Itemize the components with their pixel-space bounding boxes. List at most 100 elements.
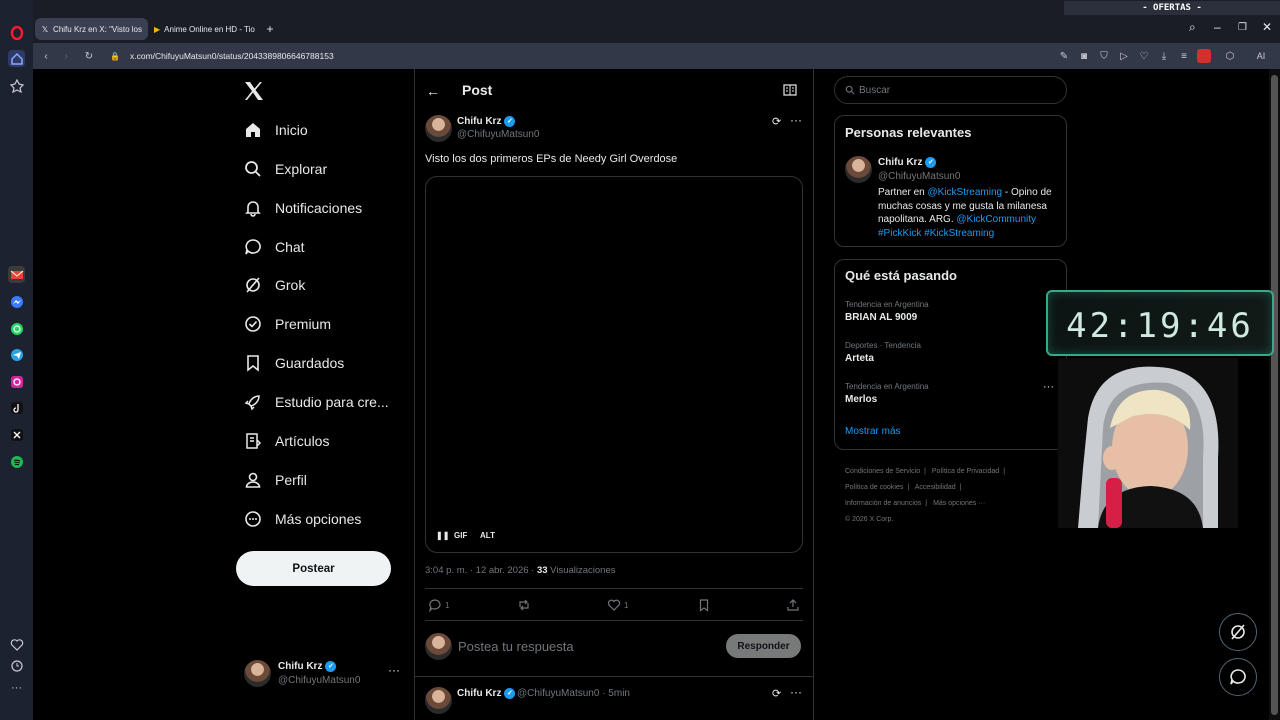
- camera-icon[interactable]: ◙: [1077, 49, 1091, 63]
- lock-icon[interactable]: 🔒: [108, 49, 122, 63]
- footer-link-cookies[interactable]: Política de cookies: [845, 484, 903, 491]
- ai-button[interactable]: AI: [1247, 49, 1275, 63]
- reply-input[interactable]: [458, 637, 708, 655]
- play-icon[interactable]: ▷: [1117, 49, 1131, 63]
- footer-link-more[interactable]: Más opciones ···: [933, 500, 985, 507]
- pin-icon[interactable]: [8, 77, 25, 94]
- tab-inactive[interactable]: ▶ Anime Online en HD - Tio: [148, 18, 260, 40]
- trend-name[interactable]: Merlos: [845, 394, 877, 405]
- repost-action[interactable]: [517, 598, 534, 612]
- x-logo-icon[interactable]: [243, 80, 265, 102]
- nav-item-estudio[interactable]: Estudio para cre...: [243, 387, 389, 417]
- trend-name[interactable]: Arteta: [845, 353, 874, 364]
- alt-badge[interactable]: ALT: [480, 531, 495, 540]
- nav-item-grok[interactable]: Grok: [243, 270, 305, 300]
- share-action[interactable]: [786, 598, 803, 612]
- heart-icon[interactable]: [8, 636, 25, 653]
- nav-item-mas-opciones[interactable]: Más opciones: [243, 504, 361, 534]
- grok-action-icon[interactable]: ⟳: [772, 115, 781, 128]
- heart-outline-icon[interactable]: ♡: [1137, 49, 1151, 63]
- tiktok-icon[interactable]: [8, 399, 25, 416]
- home-icon[interactable]: [8, 50, 25, 67]
- account-more-icon[interactable]: ···: [388, 663, 400, 677]
- messages-float-button[interactable]: [1219, 658, 1257, 696]
- bio-hashtag-pickkick[interactable]: #PickKick: [878, 228, 921, 239]
- trend-name[interactable]: BRIAN AL 9009: [845, 312, 917, 323]
- opera-logo-icon[interactable]: [8, 24, 25, 41]
- history-icon[interactable]: [8, 657, 25, 674]
- back-icon[interactable]: ‹: [39, 49, 53, 63]
- nav-item-perfil[interactable]: Perfil: [243, 465, 307, 495]
- post-more-icon[interactable]: ···: [790, 113, 802, 127]
- tab-active[interactable]: 𝕏 Chifu Krz en X: "Visto los: [35, 18, 148, 40]
- instagram-icon[interactable]: [8, 373, 25, 390]
- page-scrollbar[interactable]: [1269, 69, 1280, 720]
- post-media-gif[interactable]: [425, 176, 803, 553]
- trend-more-icon[interactable]: ···: [1043, 381, 1054, 393]
- nav-item-inicio[interactable]: Inicio: [243, 115, 308, 145]
- footer-link-privacy[interactable]: Política de Privacidad: [932, 468, 999, 475]
- new-tab-button[interactable]: +: [262, 18, 278, 40]
- telegram-icon[interactable]: [8, 346, 25, 363]
- search-icon: [245, 161, 261, 177]
- bio-hashtag-kickstreaming[interactable]: #KickStreaming: [924, 228, 994, 239]
- profile-picture-icon[interactable]: [1197, 49, 1211, 63]
- edit-icon[interactable]: ✎: [1057, 49, 1071, 63]
- like-count: 1: [624, 600, 629, 610]
- tab-search-icon[interactable]: ⌕: [1189, 20, 1196, 35]
- reply-button[interactable]: Responder: [726, 634, 801, 658]
- reader-mode-icon[interactable]: [783, 83, 797, 97]
- back-arrow-icon[interactable]: ←: [426, 83, 440, 99]
- show-more-link[interactable]: Mostrar más: [845, 426, 901, 437]
- menu-icon[interactable]: ≡: [1177, 49, 1191, 63]
- bookmark-action[interactable]: [697, 598, 714, 612]
- author-handle[interactable]: @ChifuyuMatsun0: [457, 129, 539, 140]
- x-app-icon[interactable]: [8, 426, 25, 443]
- minimize-button[interactable]: –: [1214, 20, 1221, 34]
- nav-item-chat[interactable]: Chat: [243, 232, 305, 262]
- avatar[interactable]: [845, 156, 872, 183]
- footer-link-ads[interactable]: Información de anuncios: [845, 500, 921, 507]
- download-icon[interactable]: ⤓: [1157, 49, 1171, 63]
- reload-icon[interactable]: ↻: [82, 49, 96, 63]
- footer-link-terms[interactable]: Condiciones de Servicio: [845, 468, 920, 475]
- like-action[interactable]: 1: [607, 598, 628, 612]
- search-input[interactable]: [859, 84, 1049, 96]
- bio-link-kickstreaming[interactable]: @KickStreaming: [927, 187, 1002, 198]
- nav-item-guardados[interactable]: Guardados: [243, 348, 344, 378]
- author-name-row[interactable]: Chifu Krz ✓: [457, 116, 516, 127]
- bio-link-kickcommunity[interactable]: @KickCommunity: [956, 214, 1036, 225]
- nav-item-notificaciones[interactable]: Notificaciones: [243, 193, 362, 223]
- reply-more-icon[interactable]: ···: [790, 685, 802, 699]
- nav-item-premium[interactable]: Premium: [243, 309, 331, 339]
- pause-icon[interactable]: ❚❚: [436, 531, 449, 540]
- reply-action[interactable]: 1: [428, 598, 449, 612]
- spotify-icon[interactable]: [8, 453, 25, 470]
- relevant-name-row[interactable]: Chifu Krz ✓: [878, 157, 937, 168]
- grok-action-icon[interactable]: ⟳: [772, 687, 781, 700]
- nav-item-explorar[interactable]: Explorar: [243, 154, 327, 184]
- sidebar-more-icon[interactable]: ···: [8, 679, 25, 696]
- forward-icon[interactable]: ›: [59, 49, 73, 63]
- avatar[interactable]: [425, 115, 452, 142]
- messenger-icon[interactable]: [8, 293, 25, 310]
- account-switcher[interactable]: Chifu Krz ✓ @ChifuyuMatsun0 ···: [244, 660, 404, 688]
- restore-button[interactable]: ❐: [1238, 22, 1247, 33]
- post-button[interactable]: Postear: [236, 551, 391, 586]
- extension-icon[interactable]: ⬡: [1223, 49, 1237, 63]
- close-window-button[interactable]: ✕: [1262, 20, 1272, 34]
- footer-sep: |: [959, 484, 962, 491]
- nav-label: Premium: [275, 316, 332, 332]
- nav-item-articulos[interactable]: Artículos: [243, 426, 329, 456]
- shield-icon[interactable]: ⛉: [1097, 49, 1111, 63]
- reply-author-row[interactable]: Chifu Krz ✓: [457, 688, 516, 699]
- avatar[interactable]: [425, 687, 452, 714]
- whatsapp-icon[interactable]: [8, 320, 25, 337]
- footer-link-accessibility[interactable]: Accesibilidad: [915, 484, 956, 491]
- scrollbar-thumb[interactable]: [1271, 75, 1278, 715]
- x-favicon-icon: 𝕏: [41, 24, 49, 34]
- search-box[interactable]: [834, 76, 1067, 104]
- url-field[interactable]: x.com/ChifuyuMatsun0/status/204338980664…: [130, 51, 334, 61]
- gmail-icon[interactable]: [8, 266, 25, 283]
- grok-float-button[interactable]: [1219, 613, 1257, 651]
